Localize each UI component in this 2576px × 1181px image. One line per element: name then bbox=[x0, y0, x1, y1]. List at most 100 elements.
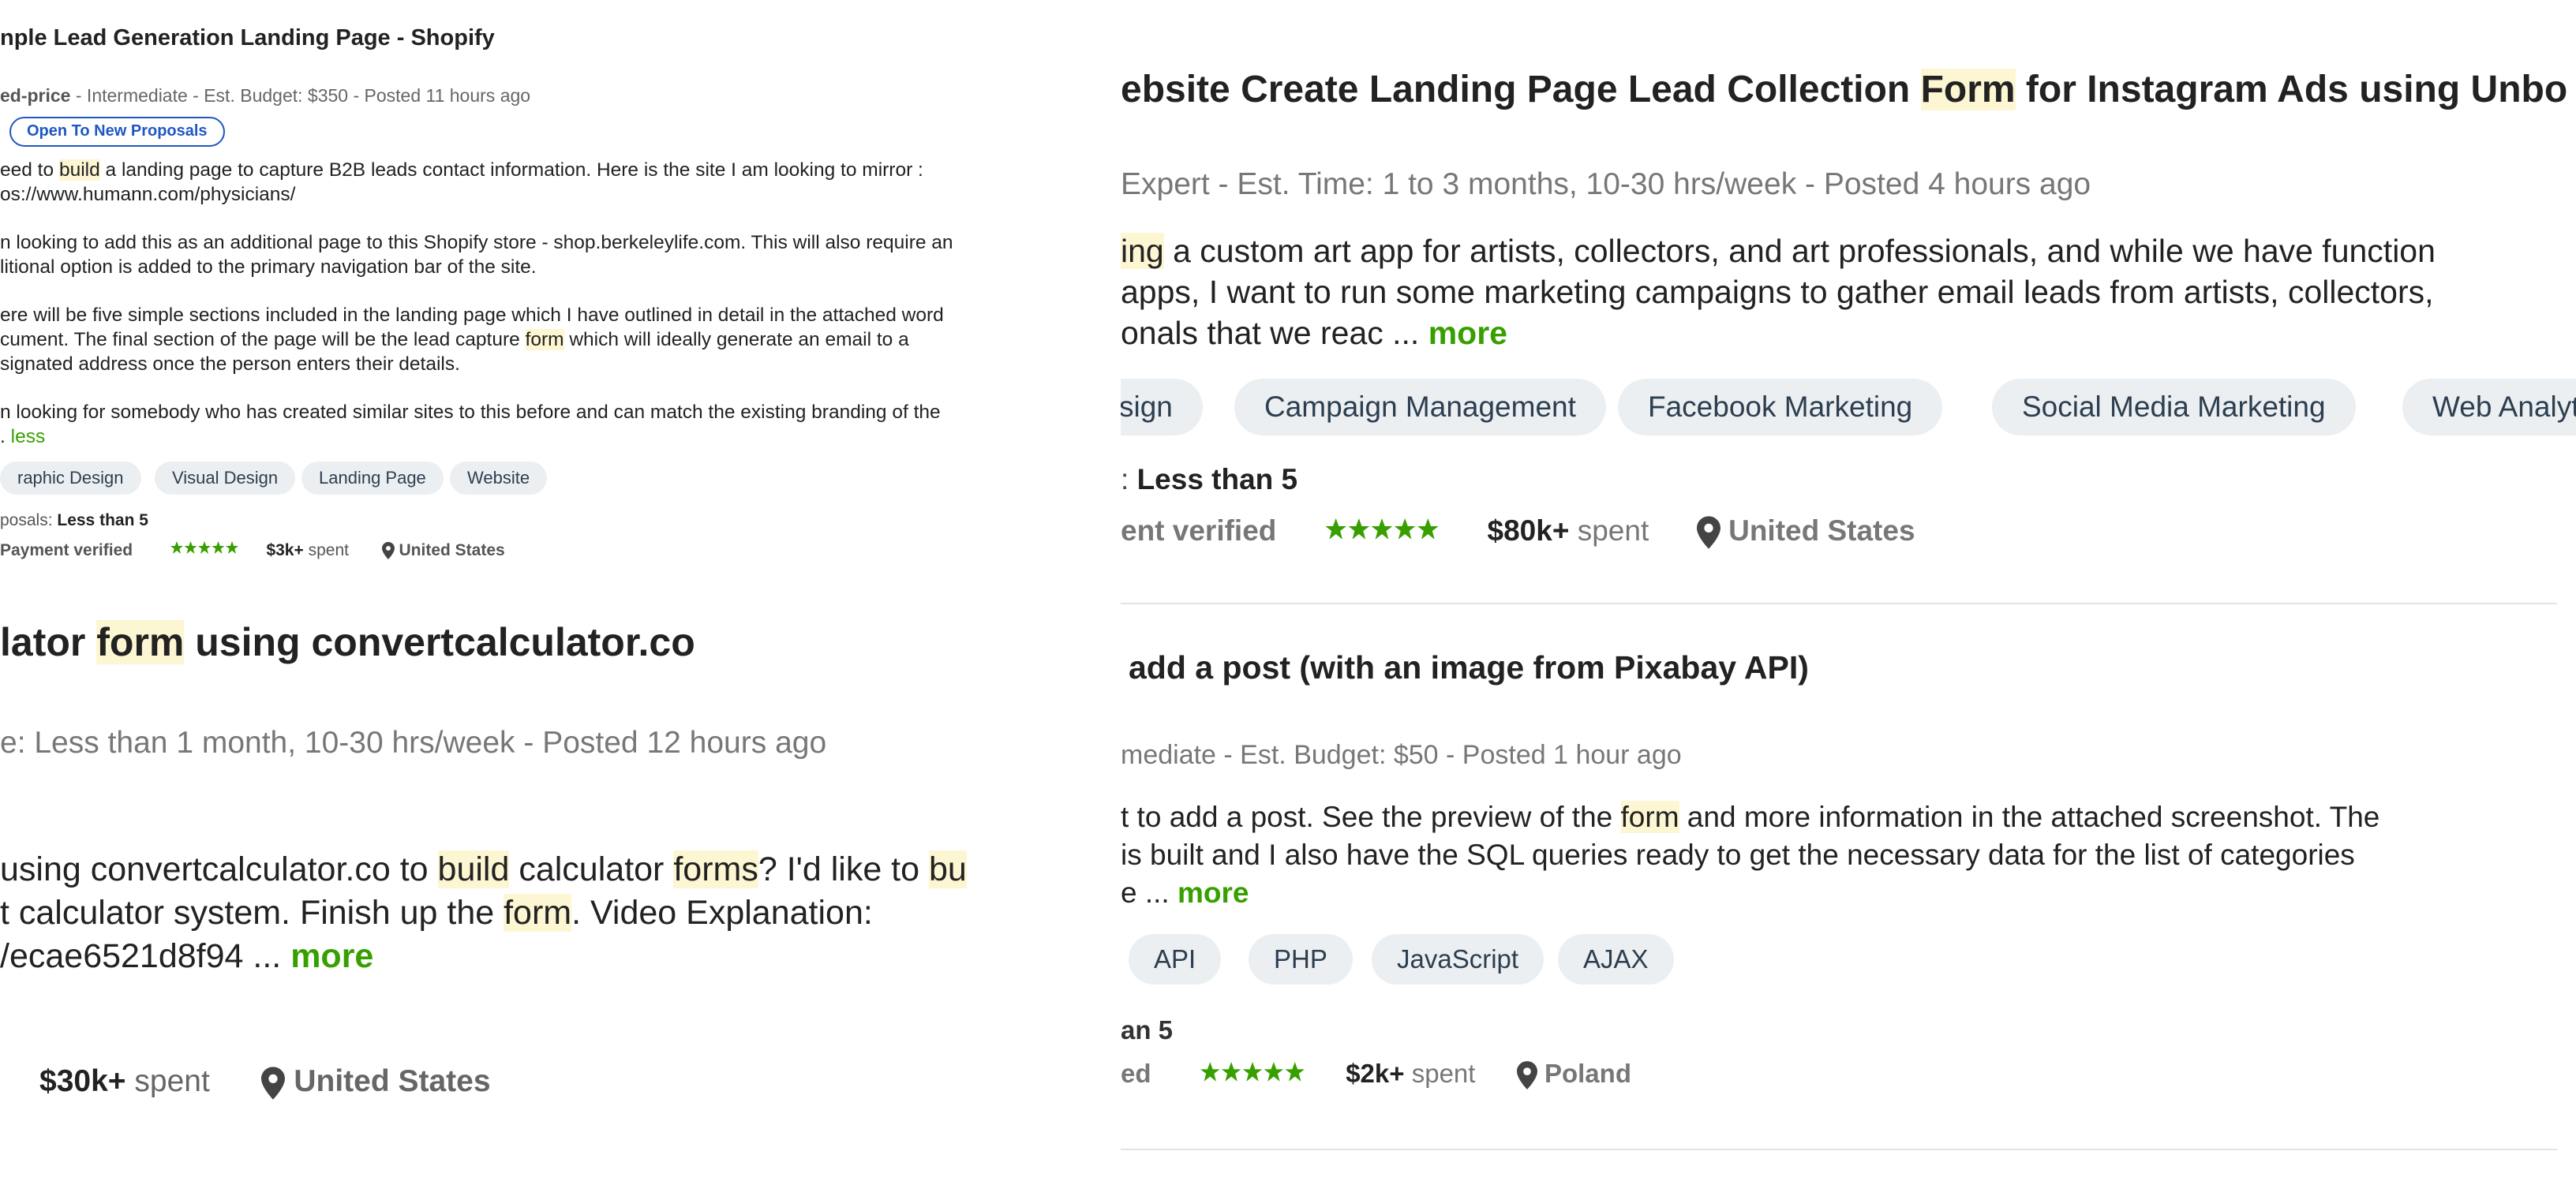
card-divider bbox=[1121, 603, 2557, 604]
skill-tag[interactable]: Campaign Management bbox=[1234, 379, 1606, 435]
total-spent-amount: $80k+ bbox=[1487, 514, 1570, 547]
skill-tag[interactable]: Facebook Marketing bbox=[1618, 379, 1943, 435]
job-description: using convertcalculator.co to build calc… bbox=[0, 848, 967, 978]
total-spent-amount: $2k+ bbox=[1346, 1059, 1405, 1088]
job-title[interactable]: ebsite Create Landing Page Lead Collecti… bbox=[1121, 68, 2567, 111]
proposals-label: : bbox=[1121, 463, 1137, 495]
star-icon bbox=[170, 541, 238, 555]
job-title[interactable]: nple Lead Generation Landing Page - Shop… bbox=[0, 25, 495, 51]
less-link[interactable]: less bbox=[11, 426, 46, 447]
keyword-highlight: form bbox=[1620, 801, 1679, 833]
job-title[interactable]: add a post (with an image from Pixabay A… bbox=[1129, 649, 1809, 686]
title-text: using convertcalculator.co bbox=[184, 620, 695, 664]
description-text: and more information in the attached scr… bbox=[1679, 801, 2380, 833]
job-description: t to add a post. See the preview of the … bbox=[1121, 798, 2379, 912]
description-text: apps, I want to run some marketing campa… bbox=[1121, 274, 2434, 310]
description-text: a custom art app for artists, collectors… bbox=[1163, 233, 2436, 269]
more-link[interactable]: more bbox=[1178, 876, 1249, 909]
client-location: United States bbox=[294, 1064, 491, 1098]
description-text: ? I'd like to bbox=[758, 850, 929, 888]
description-text: ere will be five simple sections include… bbox=[0, 305, 944, 326]
client-rating bbox=[170, 541, 238, 560]
proposals-label: posals: bbox=[0, 511, 58, 529]
total-spent-label: spent bbox=[125, 1064, 210, 1098]
client-info: $30k+ spent United States bbox=[39, 1064, 491, 1100]
description-text: cument. The final section of the page wi… bbox=[0, 329, 526, 350]
description-text: os://www.humann.com/physicians/ bbox=[0, 184, 296, 205]
client-info: ed $2k+ spent Poland bbox=[1121, 1059, 1631, 1090]
map-pin-icon bbox=[261, 1067, 286, 1100]
total-spent-label: spent bbox=[1404, 1059, 1476, 1088]
skill-tag[interactable]: Landing Page bbox=[301, 462, 444, 495]
map-pin-icon bbox=[1516, 1061, 1537, 1090]
job-title[interactable]: lator form using convertcalculator.co bbox=[0, 619, 695, 665]
title-text: ebsite Create Landing Page Lead Collecti… bbox=[1121, 69, 1921, 110]
more-link[interactable]: more bbox=[290, 937, 373, 975]
keyword-highlight: form bbox=[525, 329, 564, 350]
job-description: ing a custom art app for artists, collec… bbox=[1121, 230, 2436, 353]
keyword-highlight: form bbox=[96, 620, 185, 664]
skill-tag[interactable]: API bbox=[1129, 934, 1222, 985]
job-meta: e: Less than 1 month, 10-30 hrs/week - P… bbox=[0, 726, 827, 760]
skill-tag[interactable]: JavaScript bbox=[1372, 934, 1544, 985]
description-text: e ... bbox=[1121, 876, 1178, 909]
client-rating bbox=[1200, 1060, 1305, 1090]
keyword-highlight: forms bbox=[673, 850, 758, 888]
payment-verified: Payment verified bbox=[0, 541, 133, 559]
total-spent-amount: $30k+ bbox=[39, 1064, 126, 1098]
keyword-highlight: ing bbox=[1121, 233, 1164, 269]
description-text: litional option is added to the primary … bbox=[0, 256, 537, 278]
open-proposals-badge: Open To New Proposals bbox=[9, 117, 225, 147]
client-location: United States bbox=[399, 541, 505, 559]
client-info: ent verified $80k+ spent United States bbox=[1121, 514, 1915, 549]
job-meta: mediate - Est. Budget: $50 - Posted 1 ho… bbox=[1121, 740, 1682, 770]
total-spent-label: spent bbox=[303, 541, 349, 559]
job-type: ed-price bbox=[0, 85, 71, 106]
star-icon bbox=[1325, 518, 1439, 540]
card-divider bbox=[1121, 1149, 2557, 1150]
keyword-highlight: build bbox=[58, 159, 100, 181]
description-text: t calculator system. Finish up the bbox=[0, 894, 504, 932]
title-text: lator bbox=[0, 620, 97, 664]
description-text: eed to bbox=[0, 159, 59, 181]
proposals-count: : Less than 5 bbox=[1121, 463, 1297, 496]
skill-tag[interactable]: Web Analyt bbox=[2402, 379, 2576, 435]
description-paragraph-2: n looking to add this as an additional p… bbox=[0, 230, 1089, 279]
more-link[interactable]: more bbox=[1428, 315, 1507, 351]
skill-tag[interactable]: Social Media Marketing bbox=[1992, 379, 2356, 435]
payment-verified: ent verified bbox=[1121, 514, 1277, 547]
payment-verified: ed bbox=[1121, 1059, 1151, 1088]
client-location: Poland bbox=[1544, 1059, 1631, 1088]
description-text: using convertcalculator.co to bbox=[0, 850, 438, 888]
description-paragraph-3: ere will be five simple sections include… bbox=[0, 303, 1089, 376]
skill-tag[interactable]: sign bbox=[1121, 379, 1203, 435]
total-spent-label: spent bbox=[1569, 514, 1649, 547]
description-paragraph-4: n looking for somebody who has created s… bbox=[0, 400, 1089, 449]
proposals-value: Less than 5 bbox=[57, 511, 148, 529]
client-rating bbox=[1324, 516, 1440, 549]
skill-tag[interactable]: Visual Design bbox=[155, 462, 296, 495]
skill-tag[interactable]: PHP bbox=[1249, 934, 1353, 985]
keyword-highlight: build bbox=[437, 850, 510, 888]
job-meta-details: - Intermediate - Est. Budget: $350 - Pos… bbox=[70, 85, 531, 106]
description-text: /ecae6521d8f94 ... bbox=[0, 937, 291, 975]
description-text: n looking for somebody who has created s… bbox=[0, 402, 941, 423]
description-text: onals that we reac ... bbox=[1121, 315, 1428, 351]
description-text: is built and I also have the SQL queries… bbox=[1121, 839, 2355, 871]
skill-tag[interactable]: Website bbox=[450, 462, 548, 495]
keyword-highlight: bu bbox=[928, 850, 967, 888]
map-pin-icon bbox=[1696, 516, 1720, 549]
description-text: a landing page to capture B2B leads cont… bbox=[99, 159, 923, 181]
proposals-count: posals: Less than 5 bbox=[0, 511, 148, 530]
skill-tag[interactable]: raphic Design bbox=[0, 462, 141, 495]
total-spent-amount: $3k+ bbox=[266, 541, 304, 559]
description-text: n looking to add this as an additional p… bbox=[0, 232, 953, 253]
job-card-pixabay: add a post (with an image from Pixabay A… bbox=[1121, 623, 2576, 1181]
description-text: signated address once the person enters … bbox=[0, 353, 460, 375]
skill-tag[interactable]: AJAX bbox=[1558, 934, 1674, 985]
description-text: which will ideally generate an email to … bbox=[564, 329, 909, 350]
job-card-instagram: ebsite Create Landing Page Lead Collecti… bbox=[1121, 0, 2576, 623]
description-text: . bbox=[0, 426, 11, 447]
job-meta: Expert - Est. Time: 1 to 3 months, 10-30… bbox=[1121, 167, 2091, 201]
description-text: . Video Explanation: bbox=[571, 894, 873, 932]
